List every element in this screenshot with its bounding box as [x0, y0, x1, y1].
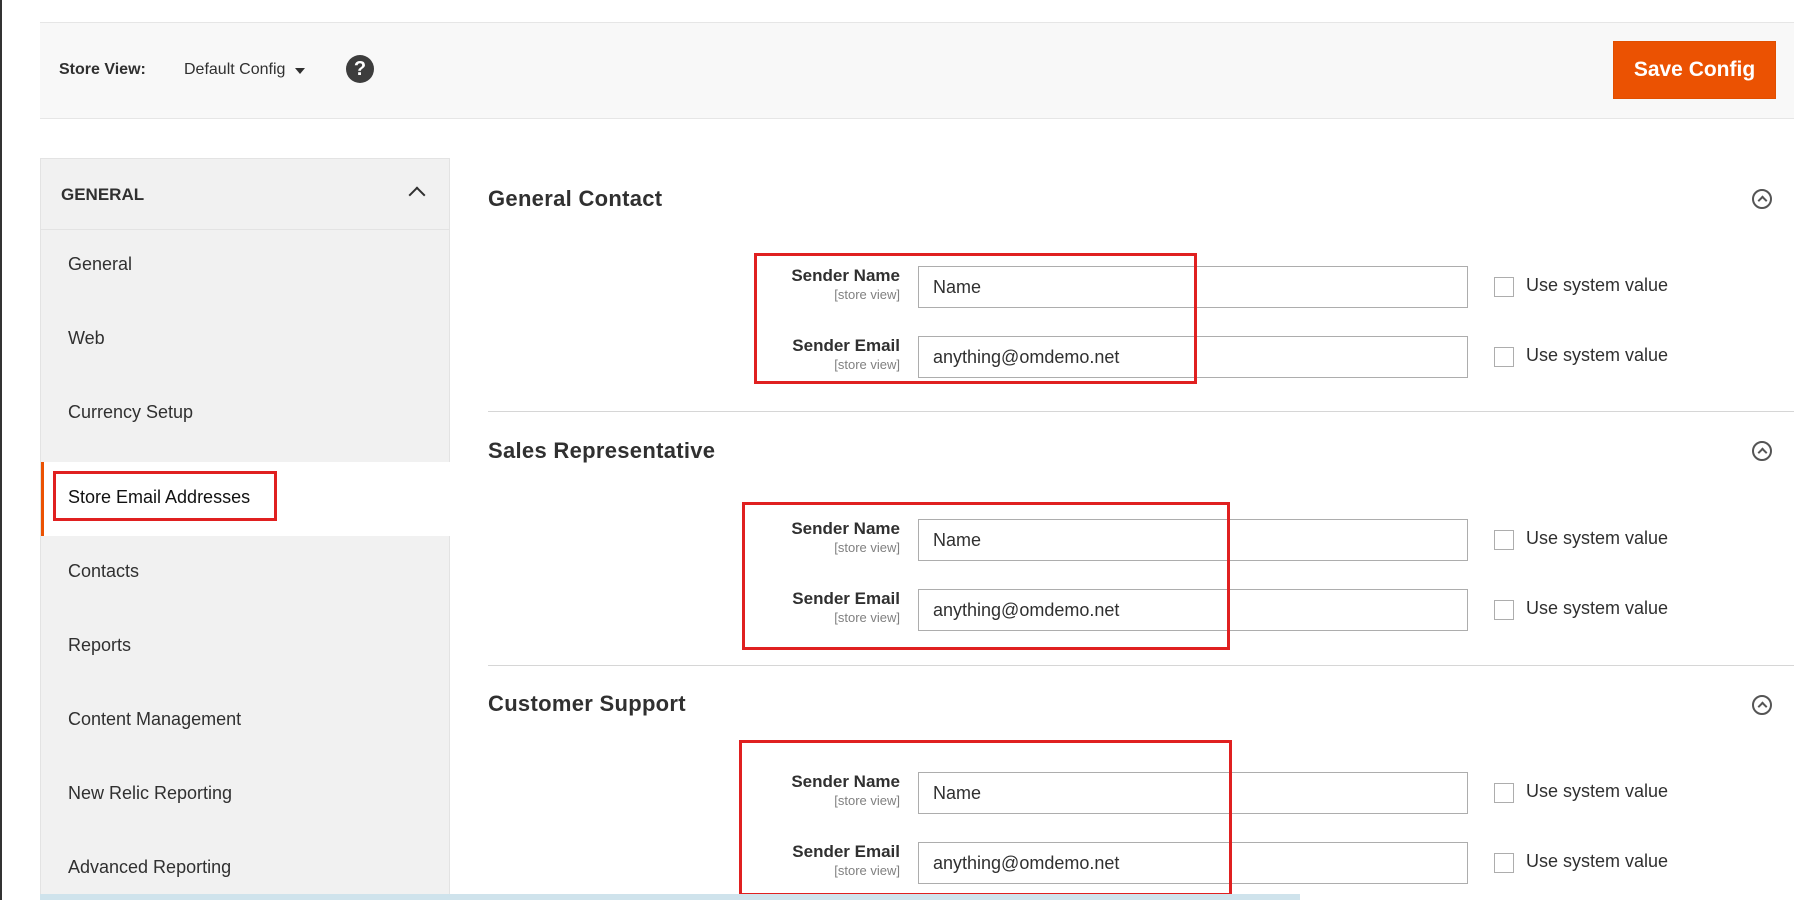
use-system-value-label[interactable]: Use system value [1526, 528, 1668, 549]
sidebar-group-title: GENERAL [61, 185, 145, 204]
use-system-value-checkbox[interactable] [1494, 783, 1514, 803]
save-config-button[interactable]: Save Config [1613, 41, 1776, 99]
sidebar-item-general[interactable]: General [41, 229, 451, 303]
caret-down-icon [295, 68, 306, 74]
window-edge [0, 0, 2, 900]
sidebar-item-content-management[interactable]: Content Management [41, 684, 451, 758]
sidebar-item-reports[interactable]: Reports [41, 610, 451, 684]
sidebar-item-currency-setup[interactable]: Currency Setup [41, 377, 451, 451]
sidebar-item-label: Web [68, 328, 105, 348]
sidebar-item-label: Advanced Reporting [68, 857, 232, 877]
use-system-value-label[interactable]: Use system value [1526, 275, 1668, 296]
sidebar-item-label: Content Management [68, 709, 242, 729]
section-title-customer-support[interactable]: Customer Support [488, 691, 686, 717]
collapse-circle-icon[interactable] [1752, 441, 1772, 461]
store-view-switcher[interactable]: Default Config [184, 61, 306, 79]
highlight-annotation-sales-representative [742, 502, 1230, 650]
sidebar-item-web[interactable]: Web [41, 303, 451, 377]
sidebar-group-header[interactable]: GENERAL [41, 159, 449, 230]
sidebar-item-label: Reports [68, 635, 132, 655]
use-system-value-label[interactable]: Use system value [1526, 345, 1668, 366]
highlight-annotation-sidebar [53, 471, 277, 521]
use-system-value-checkbox[interactable] [1494, 277, 1514, 297]
section-title-general-contact[interactable]: General Contact [488, 186, 662, 212]
highlight-annotation-customer-support [739, 740, 1232, 896]
sidebar-item-contacts[interactable]: Contacts [41, 536, 451, 610]
store-view-value: Default Config [184, 61, 286, 78]
sidebar-item-label: General [68, 254, 133, 274]
use-system-value-checkbox[interactable] [1494, 600, 1514, 620]
question-circle-icon[interactable]: ? [346, 55, 374, 83]
collapse-circle-icon[interactable] [1752, 189, 1772, 209]
sidebar-item-new-relic-reporting[interactable]: New Relic Reporting [41, 758, 451, 832]
collapse-circle-icon[interactable] [1752, 695, 1772, 715]
section-divider [488, 411, 1794, 412]
highlight-annotation-general-contact [754, 253, 1197, 384]
horizontal-scrollbar[interactable] [40, 894, 1300, 900]
section-title-sales-representative[interactable]: Sales Representative [488, 438, 715, 464]
store-view-label: Store View: [59, 61, 146, 78]
use-system-value-label[interactable]: Use system value [1526, 781, 1668, 802]
sidebar-item-label: Currency Setup [68, 402, 194, 422]
section-divider [488, 665, 1794, 666]
config-sidebar: GENERAL General Web Currency Setup Store… [40, 158, 451, 900]
use-system-value-label[interactable]: Use system value [1526, 598, 1668, 619]
chevron-up-icon [408, 186, 426, 204]
use-system-value-checkbox[interactable] [1494, 853, 1514, 873]
use-system-value-checkbox[interactable] [1494, 347, 1514, 367]
use-system-value-label[interactable]: Use system value [1526, 851, 1668, 872]
use-system-value-checkbox[interactable] [1494, 530, 1514, 550]
page-actions-bar: Store View: Default Config ? Save Config [40, 22, 1794, 119]
sidebar-item-label: New Relic Reporting [68, 783, 233, 803]
sidebar-item-label: Contacts [68, 561, 140, 581]
